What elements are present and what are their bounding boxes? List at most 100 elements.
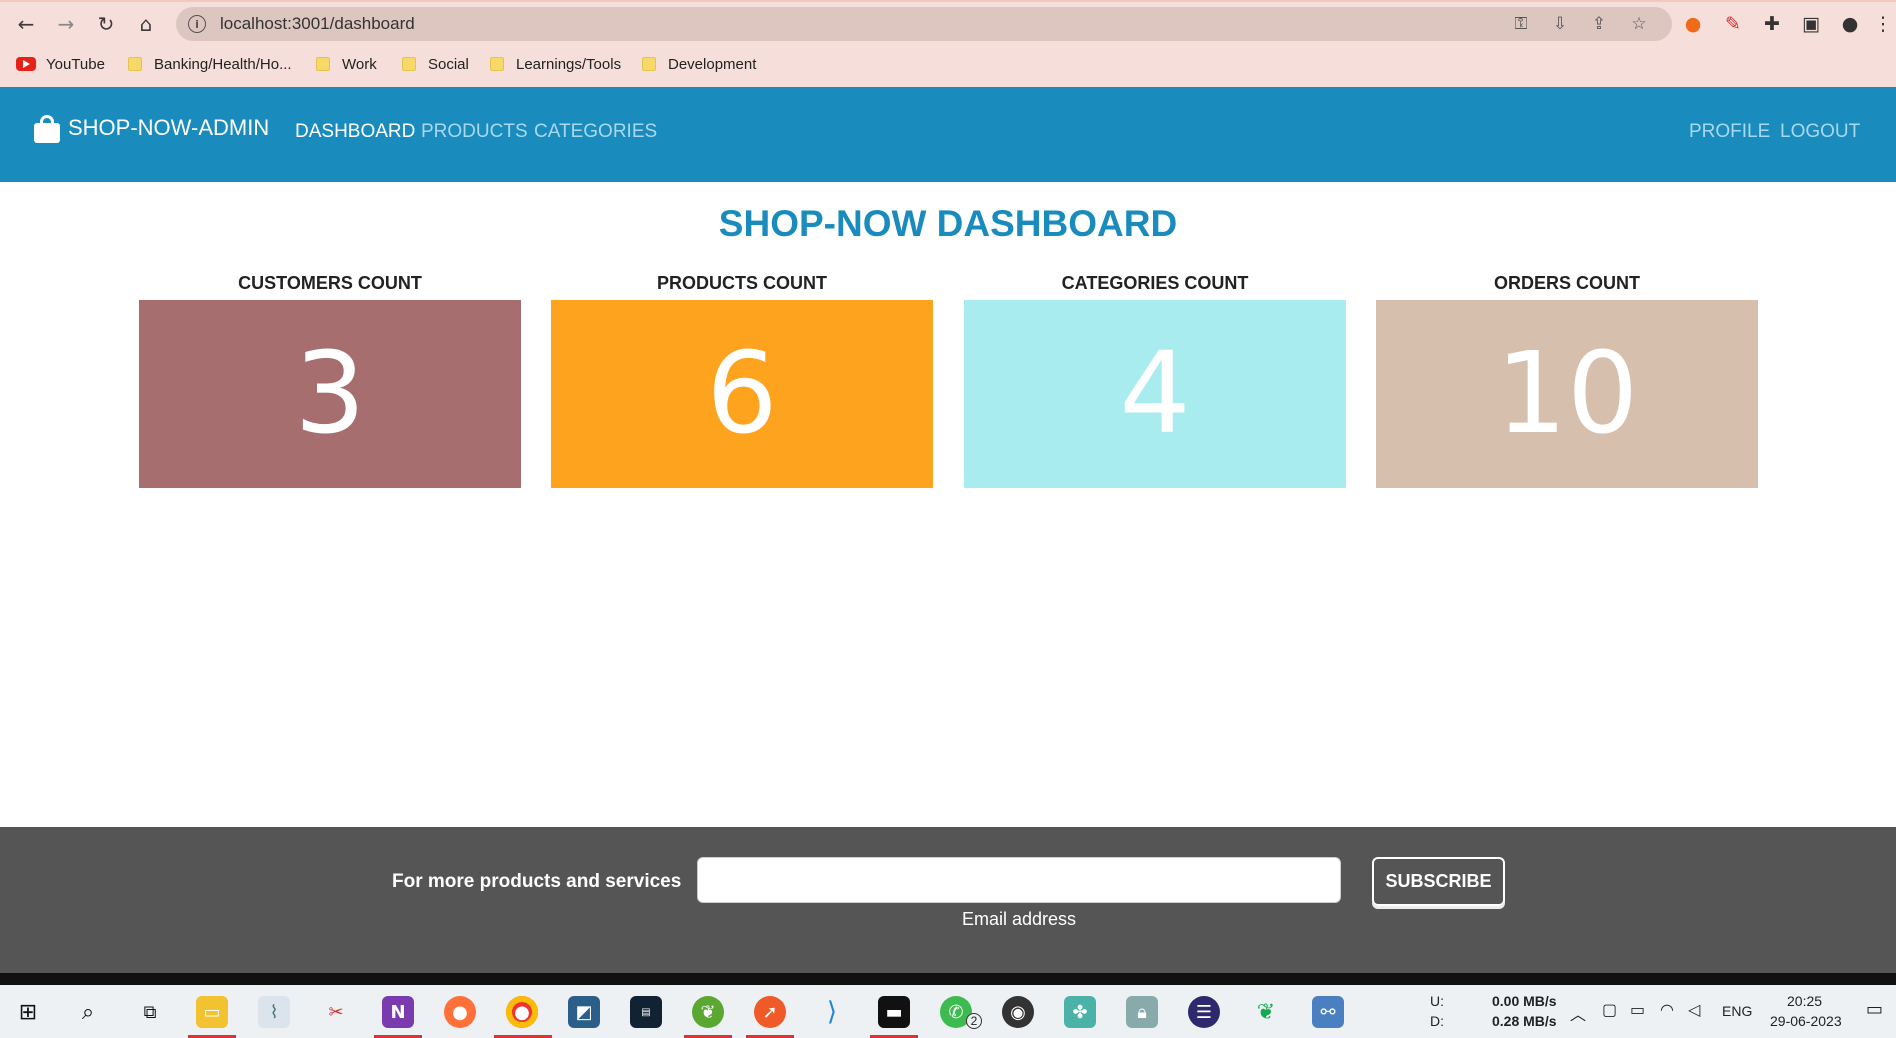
chrome-icon[interactable]: ● [506, 996, 538, 1028]
bookmark-folder-banking[interactable]: Banking/Health/Ho... [128, 52, 292, 76]
customers-count-card: 3 [139, 300, 521, 488]
youtube-icon [16, 57, 36, 71]
tab-strip-edge [0, 0, 1896, 2]
mongodb-icon[interactable]: ❦ [1250, 996, 1282, 1028]
bookmarks-bar: YouTube Banking/Health/Ho... Work Social… [0, 50, 1896, 78]
categories-count-card: 4 [964, 300, 1346, 488]
back-icon[interactable]: ← [12, 10, 40, 38]
customers-count-label: CUSTOMERS COUNT [238, 273, 422, 293]
page-title: SHOP-NOW DASHBOARD [718, 203, 1178, 244]
browser-chrome: ← → ↻ ⌂ i localhost:3001/dashboard ⚿ ⇩ ⇪… [0, 0, 1896, 87]
extensions-puzzle-icon[interactable]: ✚ [1757, 10, 1787, 38]
whatsapp-badge: 2 [966, 1013, 982, 1029]
speaker-icon[interactable]: ◁ [1688, 1000, 1700, 1020]
email-input[interactable] [697, 857, 1341, 903]
terminal-icon[interactable]: ▬ [878, 996, 910, 1028]
wifi-icon[interactable]: ◠ [1660, 1000, 1674, 1020]
net-download-speed: 0.28 MB/s [1492, 1013, 1557, 1029]
eyedropper-extension-icon[interactable]: ✎ [1718, 10, 1748, 38]
address-bar[interactable]: i localhost:3001/dashboard ⚿ ⇩ ⇪ ☆ [176, 7, 1672, 41]
bookmark-label: Learnings/Tools [516, 55, 622, 73]
nav-dashboard[interactable]: DASHBOARD [295, 121, 415, 143]
search-icon[interactable]: ⌕ [72, 996, 104, 1028]
products-count-card: 6 [551, 300, 933, 488]
bookmark-folder-learnings[interactable]: Learnings/Tools [490, 52, 621, 76]
nav-categories[interactable]: CATEGORIES [534, 121, 657, 143]
app-grid-icon[interactable]: ✤ [1064, 996, 1096, 1028]
share-icon[interactable]: ⇪ [1582, 7, 1616, 41]
products-count-label: PRODUCTS COUNT [657, 273, 827, 293]
home-icon[interactable]: ⌂ [132, 10, 160, 38]
orders-count-value: 10 [1495, 329, 1639, 459]
subscribe-button[interactable]: SUBSCRIBE [1372, 857, 1505, 906]
customers-count-value: 3 [294, 329, 366, 459]
net-upload-label: U: [1430, 993, 1444, 1009]
email-label: Email address [961, 909, 1077, 929]
bookmark-folder-development[interactable]: Development [642, 52, 756, 76]
task-view-icon[interactable]: ⧉ [134, 996, 166, 1028]
bookmark-star-icon[interactable]: ☆ [1622, 7, 1656, 41]
orders-count-card: 10 [1376, 300, 1758, 488]
brand-logo[interactable]: SHOP-NOW-ADMIN [34, 115, 269, 143]
orders-count-label: ORDERS COUNT [1493, 273, 1640, 293]
net-upload-speed: 0.00 MB/s [1492, 993, 1557, 1009]
eclipse-icon[interactable]: ☰ [1188, 996, 1220, 1028]
shopping-bag-icon [34, 115, 60, 143]
taskbar: ⊞ ⌕ ⧉ ▭ ⌇ ✂ N ● ● ◩ ▤ ❦ ➚ ⟩ ▬ ✆ 2 ◉ ✤ 🔒︎… [0, 985, 1896, 1038]
bookmark-folder-social[interactable]: Social [402, 52, 469, 76]
postman-icon[interactable]: ➚ [754, 996, 786, 1028]
side-panel-icon[interactable]: ▣ [1796, 10, 1826, 38]
install-icon[interactable]: ⇩ [1543, 7, 1577, 41]
key-icon[interactable]: ⚿ [1504, 7, 1538, 41]
footer-tagline: For more products and services [392, 871, 682, 892]
mysql-shell-icon[interactable]: ▤ [630, 996, 662, 1028]
spring-tools-icon[interactable]: ❦ [692, 996, 724, 1028]
windows-start-icon[interactable]: ⊞ [12, 996, 44, 1028]
extension-orange-icon[interactable]: ● [1678, 10, 1708, 38]
clock-time[interactable]: 20:25 [1787, 993, 1822, 1009]
vscode-icon[interactable]: ⟩ [816, 996, 848, 1028]
page-bottom-bar [0, 973, 1896, 985]
bookmark-label: Development [668, 55, 757, 73]
folder-icon [316, 57, 330, 71]
photos-icon[interactable]: ⌇ [258, 996, 290, 1028]
notification-icon[interactable]: ▭ [1866, 999, 1883, 1020]
products-count-value: 6 [706, 329, 778, 459]
folder-icon [490, 57, 504, 71]
bookmark-label: Work [342, 55, 377, 73]
nav-logout[interactable]: LOGOUT [1780, 121, 1860, 143]
network-tool-icon[interactable]: ⚯ [1312, 996, 1344, 1028]
file-explorer-icon[interactable]: ▭ [196, 996, 228, 1028]
nav-products[interactable]: PRODUCTS [421, 121, 528, 143]
forward-icon[interactable]: → [52, 10, 80, 38]
net-download-label: D: [1430, 1013, 1444, 1029]
site-info-icon[interactable]: i [188, 15, 206, 33]
reload-icon[interactable]: ↻ [92, 10, 120, 38]
clock-date[interactable]: 29-06-2023 [1770, 1013, 1842, 1029]
snipping-tool-icon[interactable]: ✂ [320, 996, 352, 1028]
bookmark-folder-work[interactable]: Work [316, 52, 377, 76]
categories-count-label: CATEGORIES COUNT [1061, 273, 1249, 293]
bookmark-youtube[interactable]: YouTube [16, 52, 105, 76]
bookmark-label: YouTube [46, 55, 105, 73]
firefox-icon[interactable]: ● [444, 996, 476, 1028]
folder-icon [128, 57, 142, 71]
mysql-workbench-icon[interactable]: ◩ [568, 996, 600, 1028]
browser-menu-icon[interactable]: ⋮ [1868, 10, 1896, 38]
meet-now-icon[interactable]: ▢ [1602, 1000, 1617, 1020]
nav-profile[interactable]: PROFILE [1689, 121, 1770, 143]
categories-count-value: 4 [1119, 329, 1191, 459]
obs-icon[interactable]: ◉ [1002, 996, 1034, 1028]
onenote-icon[interactable]: N [382, 996, 414, 1028]
footer: For more products and services Email add… [0, 827, 1896, 973]
vpn-lock-icon[interactable]: 🔒︎ [1126, 996, 1158, 1028]
url-text[interactable]: localhost:3001/dashboard [220, 14, 415, 34]
folder-icon [402, 57, 416, 71]
profile-avatar-icon[interactable]: ● [1835, 10, 1865, 38]
bookmark-label: Social [428, 55, 469, 73]
folder-icon [642, 57, 656, 71]
app-navbar: SHOP-NOW-ADMIN DASHBOARD PRODUCTS CATEGO… [0, 87, 1896, 182]
chevron-up-icon[interactable]: ︿ [1570, 1001, 1586, 1025]
language-indicator[interactable]: ENG [1722, 1003, 1752, 1019]
battery-icon[interactable]: ▭ [1630, 1000, 1645, 1020]
